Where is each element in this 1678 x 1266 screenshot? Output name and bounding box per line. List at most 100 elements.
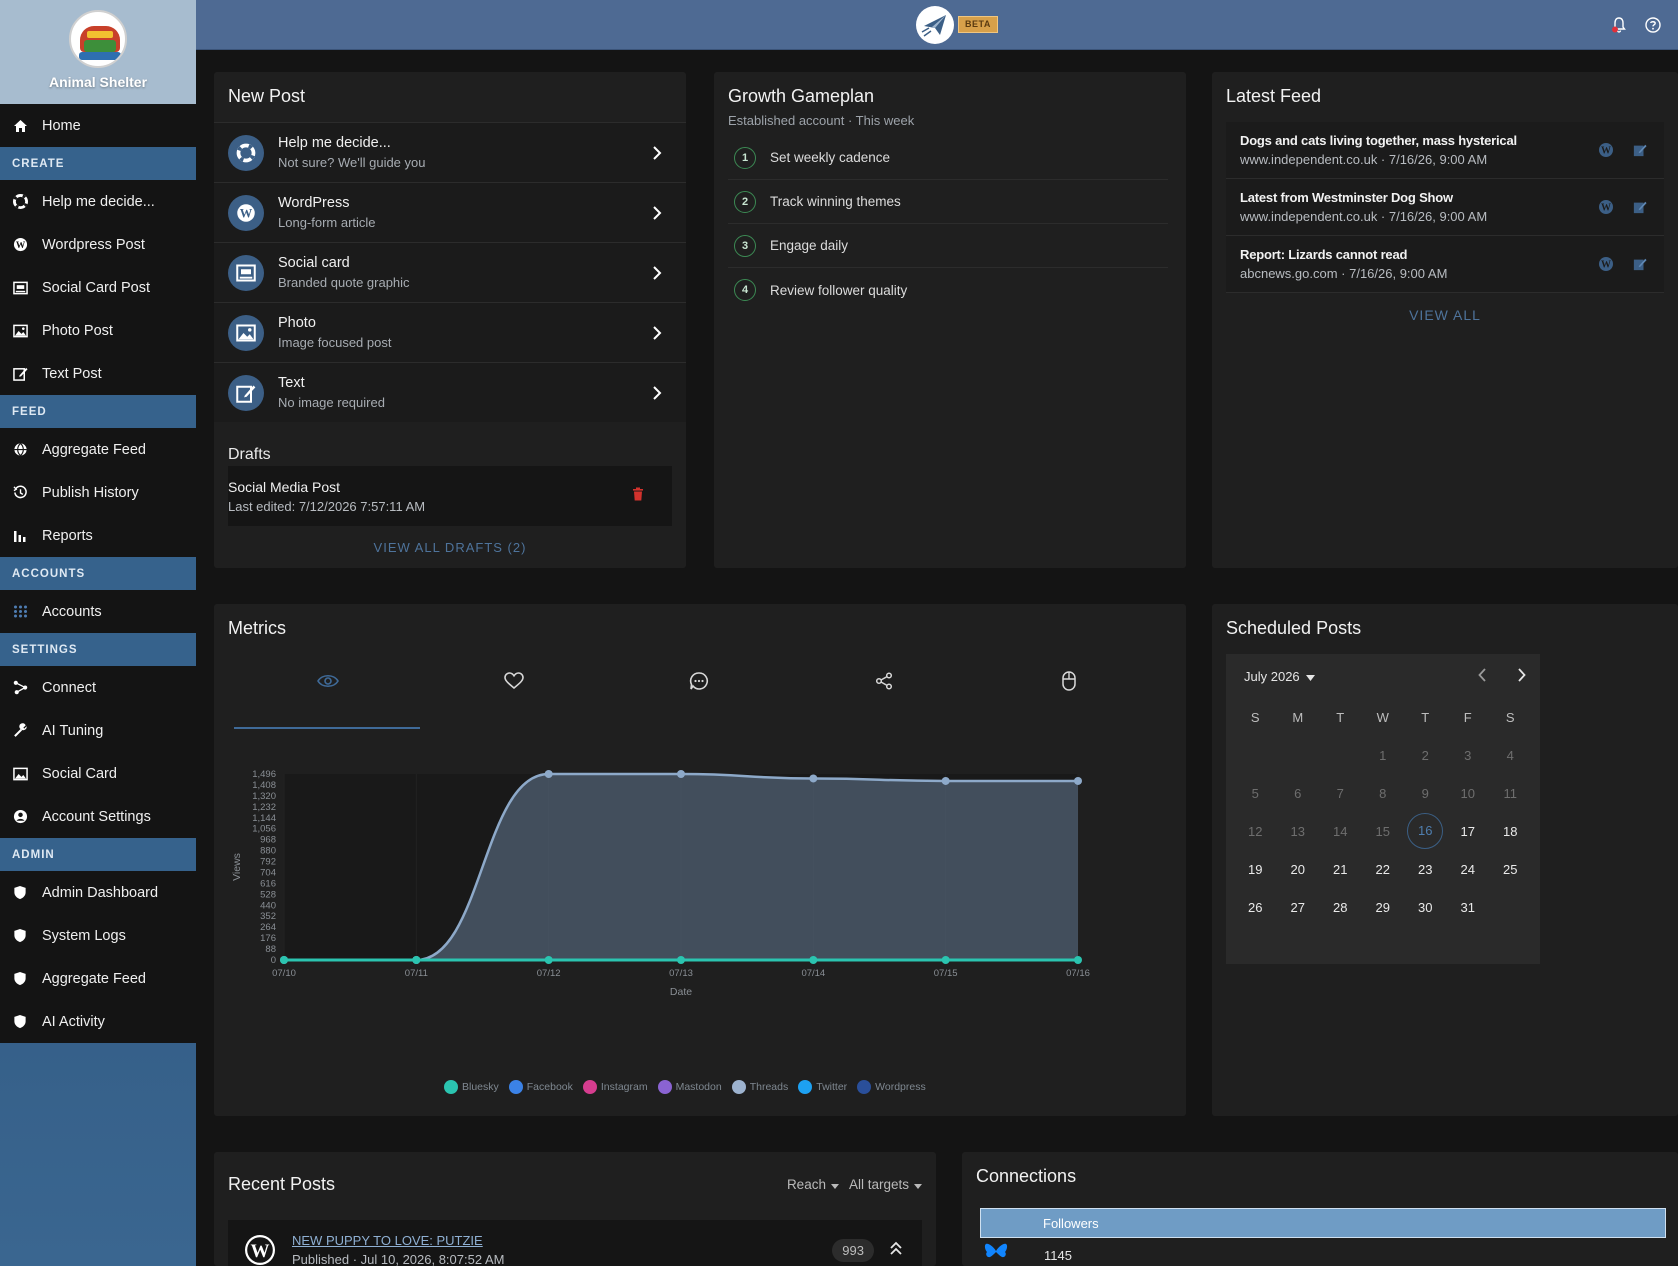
view-all-drafts-link[interactable]: VIEW ALL DRAFTS (2) — [228, 540, 672, 555]
draft-edited: Last edited: 7/12/2026 7:57:11 AM — [228, 498, 426, 514]
comment-icon[interactable] — [688, 670, 710, 692]
option-name: WordPress — [278, 195, 350, 211]
view-all-feed-link[interactable]: VIEW ALL — [1212, 307, 1678, 323]
org-logo[interactable] — [69, 10, 127, 68]
sidebar-item-ai-tuning[interactable]: AI Tuning — [0, 709, 196, 752]
new-post-text[interactable]: Text No image required — [214, 362, 686, 422]
calendar-day[interactable]: 18 — [1489, 824, 1532, 839]
recent-post-title-link[interactable]: NEW PUPPY TO LOVE: PUTZIE — [292, 1233, 832, 1248]
trash-icon[interactable] — [632, 487, 652, 506]
sidebar-item-admin-dashboard[interactable]: Admin Dashboard — [0, 871, 196, 914]
sidebar-item-accounts[interactable]: Accounts — [0, 590, 196, 633]
next-month-button[interactable] — [1517, 667, 1526, 685]
y-tick-label: 616 — [260, 878, 276, 889]
edit-icon[interactable] — [1630, 140, 1650, 160]
sidebar-item-account-settings[interactable]: Account Settings — [0, 795, 196, 838]
sidebar-item-admin-aggregate-feed[interactable]: Aggregate Feed — [0, 957, 196, 1000]
sidebar-item-text-post[interactable]: Text Post — [0, 352, 196, 395]
sidebar-item-label: Connect — [42, 679, 97, 696]
calendar-day[interactable]: 29 — [1362, 900, 1405, 915]
legend-item[interactable]: Instagram — [582, 1080, 648, 1094]
caret-down-icon — [830, 1177, 839, 1192]
feed-item[interactable]: Dogs and cats living together, mass hyst… — [1226, 122, 1664, 179]
calendar-day: 11 — [1503, 785, 1518, 801]
calendar-day[interactable]: 19 — [1234, 862, 1277, 877]
sidebar-item-ai-activity[interactable]: AI Activity — [0, 1000, 196, 1043]
sidebar-item-system-logs[interactable]: System Logs — [0, 914, 196, 957]
recent-post-row[interactable]: W NEW PUPPY TO LOVE: PUTZIE Published · … — [228, 1220, 922, 1266]
shield-icon — [12, 1014, 28, 1030]
calendar-day[interactable]: 24 — [1447, 862, 1490, 877]
wordpress-icon: W — [244, 1234, 276, 1266]
y-tick-label: 1,144 — [252, 813, 276, 824]
feed-item[interactable]: Report: Lizards cannot read abcnews.go.co… — [1226, 236, 1664, 293]
sidebar-item-connect[interactable]: Connect — [0, 666, 196, 709]
prev-month-button[interactable] — [1478, 667, 1487, 685]
new-post-wordpress[interactable]: W WordPress Long-form article — [214, 182, 686, 242]
growth-step[interactable]: 4 Review follower quality — [728, 268, 1168, 312]
option-name: Text — [278, 375, 305, 391]
calendar-day[interactable]: 30 — [1404, 900, 1447, 915]
feed-item-title: Dogs and cats living together, mass hyst… — [1240, 133, 1517, 148]
calendar-day[interactable]: 16 — [1404, 813, 1447, 849]
heart-icon[interactable] — [503, 670, 525, 692]
sidebar-item-wordpress-post[interactable]: W Wordpress Post — [0, 223, 196, 266]
growth-step[interactable]: 3 Engage daily — [728, 224, 1168, 268]
calendar-day[interactable]: 31 — [1447, 900, 1490, 915]
sidebar-item-label: Accounts — [42, 603, 102, 620]
option-desc: No image required — [278, 395, 385, 410]
eye-icon[interactable] — [317, 670, 339, 692]
legend-item[interactable]: Mastodon — [657, 1080, 722, 1094]
wordpress-icon[interactable]: W — [1596, 197, 1616, 217]
calendar-day[interactable]: 28 — [1319, 900, 1362, 915]
double-chevron-up-icon[interactable] — [890, 1240, 902, 1261]
new-post-photo[interactable]: Photo Image focused post — [214, 302, 686, 362]
help-icon[interactable] — [1644, 16, 1662, 34]
sidebar-item-reports[interactable]: Reports — [0, 514, 196, 557]
calendar-day[interactable]: 23 — [1404, 862, 1447, 877]
month-selector[interactable]: July 2026 — [1244, 669, 1315, 684]
sidebar-item-publish-history[interactable]: Publish History — [0, 471, 196, 514]
edit-icon[interactable] — [1630, 197, 1650, 217]
feed-item[interactable]: Latest from Westminster Dog Show www.inde… — [1226, 179, 1664, 236]
notification-bell-icon[interactable] — [1610, 16, 1628, 34]
sidebar-item-help-me-decide[interactable]: Help me decide... — [0, 180, 196, 223]
sidebar-item-social-card-post[interactable]: Social Card Post — [0, 266, 196, 309]
wordpress-icon[interactable]: W — [1596, 254, 1616, 274]
calendar-day: 2 — [1421, 747, 1429, 763]
calendar-day[interactable]: 22 — [1362, 862, 1405, 877]
paper-plane-logo-icon[interactable] — [916, 6, 954, 44]
draft-item[interactable]: Social Media Post Last edited: 7/12/2026… — [228, 466, 672, 526]
y-tick-label: 1,056 — [252, 824, 276, 835]
calendar-day[interactable]: 17 — [1447, 824, 1490, 839]
calendar-day[interactable]: 21 — [1319, 862, 1362, 877]
share-icon[interactable] — [873, 670, 895, 692]
wordpress-icon[interactable]: W — [1596, 140, 1616, 160]
sidebar-item-aggregate-feed[interactable]: Aggregate Feed — [0, 428, 196, 471]
legend-item[interactable]: Facebook — [508, 1080, 573, 1094]
legend-item[interactable]: Wordpress — [857, 1080, 926, 1094]
new-post-help-me-decide[interactable]: Help me decide... Not sure? We'll guide y… — [214, 122, 686, 182]
calendar-day[interactable]: 25 — [1489, 862, 1532, 877]
calendar-day[interactable]: 27 — [1277, 900, 1320, 915]
calendar-day[interactable]: 26 — [1234, 900, 1277, 915]
reach-select[interactable]: Reach — [787, 1177, 839, 1192]
mouse-icon[interactable] — [1058, 670, 1080, 692]
legend-item[interactable]: Twitter — [798, 1080, 847, 1094]
sidebar-item-photo-post[interactable]: Photo Post — [0, 309, 196, 352]
growth-step[interactable]: 1 Set weekly cadence — [728, 136, 1168, 180]
new-post-social-card[interactable]: Social card Branded quote graphic — [214, 242, 686, 302]
sidebar-item-home[interactable]: Home — [0, 104, 196, 147]
chart-legend: Bluesky Facebook Instagram Mastodon Threads T… — [444, 1080, 926, 1094]
legend-item[interactable]: Bluesky — [444, 1080, 499, 1094]
metrics-title: Metrics — [228, 618, 286, 638]
growth-step[interactable]: 2 Track winning themes — [728, 180, 1168, 224]
edit-icon[interactable] — [1630, 254, 1650, 274]
image-card-icon — [12, 766, 28, 782]
option-desc: Not sure? We'll guide you — [278, 155, 426, 170]
calendar-day[interactable]: 20 — [1277, 862, 1320, 877]
sidebar-item-social-card[interactable]: Social Card — [0, 752, 196, 795]
calendar-header: July 2026 — [1226, 654, 1540, 698]
legend-item[interactable]: Threads — [731, 1080, 788, 1094]
targets-select[interactable]: All targets — [849, 1177, 922, 1192]
